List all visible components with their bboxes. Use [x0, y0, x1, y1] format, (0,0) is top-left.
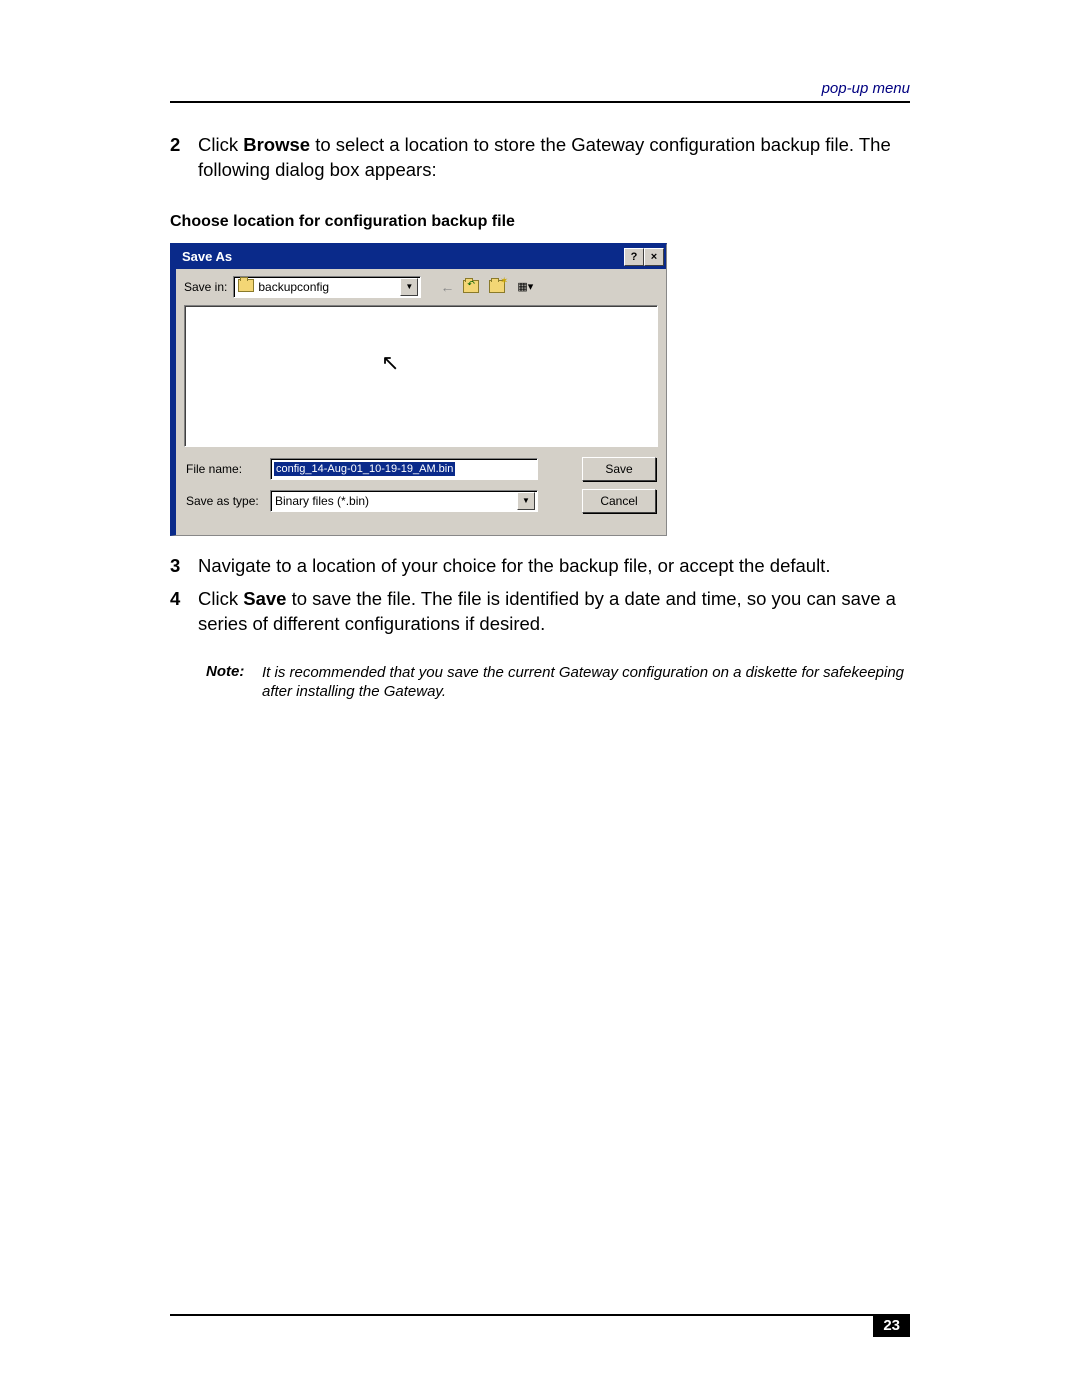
dropdown-button[interactable]: ▼	[400, 278, 418, 296]
folder-icon	[238, 279, 254, 292]
file-name-row: File name: config_14-Aug-01_10-19-19_AM.…	[186, 457, 656, 481]
step-body: Click Browse to select a location to sto…	[198, 133, 910, 183]
folder-new-icon: ✶	[489, 280, 505, 293]
note-label: Note:	[206, 663, 262, 702]
dialog-title-text: Save As	[182, 249, 232, 264]
step-bold: Browse	[243, 134, 310, 155]
dialog-toolbar: Save in: backupconfig ▼ ← ↶ ✶ ▦▾	[176, 269, 666, 305]
step-2: 2 Click Browse to select a location to s…	[170, 133, 910, 183]
step-number: 4	[170, 587, 198, 637]
save-in-combo[interactable]: backupconfig ▼	[233, 276, 421, 298]
save-button[interactable]: Save	[582, 457, 656, 481]
step-number: 3	[170, 554, 198, 579]
section-header: pop-up menu	[170, 80, 910, 97]
titlebar-buttons: ? ×	[624, 248, 664, 266]
dialog-bottom-fields: File name: config_14-Aug-01_10-19-19_AM.…	[176, 447, 666, 535]
save-type-row: Save as type: Binary files (*.bin) ▼ Can…	[186, 489, 656, 513]
file-list-area[interactable]: ↖	[184, 305, 658, 447]
back-icon[interactable]: ←	[435, 275, 459, 299]
view-menu-icon[interactable]: ▦▾	[513, 275, 537, 299]
save-type-label: Save as type:	[186, 494, 262, 508]
save-type-combo[interactable]: Binary files (*.bin) ▼	[270, 490, 538, 512]
step-4: 4 Click Save to save the file. The file …	[170, 587, 910, 637]
cursor-icon: ↖	[381, 350, 399, 376]
toolbar-icons: ← ↶ ✶ ▦▾	[435, 275, 537, 299]
step-body: Click Save to save the file. The file is…	[198, 587, 910, 637]
save-in-value: backupconfig	[238, 279, 329, 294]
step-text-before: Click	[198, 588, 243, 609]
close-button[interactable]: ×	[644, 248, 664, 266]
step-text-before: Click	[198, 134, 243, 155]
top-rule	[170, 101, 910, 103]
note-body: It is recommended that you save the curr…	[262, 663, 910, 702]
dialog-titlebar: Save As ? ×	[176, 245, 666, 269]
up-folder-icon[interactable]: ↶	[461, 275, 485, 299]
file-name-label: File name:	[186, 462, 262, 476]
save-type-value: Binary files (*.bin)	[275, 494, 369, 508]
save-in-label: Save in:	[184, 280, 227, 294]
new-folder-icon[interactable]: ✶	[487, 275, 511, 299]
file-name-value: config_14-Aug-01_10-19-19_AM.bin	[274, 462, 455, 476]
step-3: 3 Navigate to a location of your choice …	[170, 554, 910, 579]
figure-caption: Choose location for configuration backup…	[170, 213, 910, 231]
dropdown-button[interactable]: ▼	[517, 492, 535, 510]
step-text-after: to save the file. The file is identified…	[198, 588, 896, 634]
step-number: 2	[170, 133, 198, 183]
page-footer: 23	[170, 1314, 910, 1337]
note-block: Note: It is recommended that you save th…	[206, 663, 910, 702]
step-bold: Save	[243, 588, 286, 609]
step-body: Navigate to a location of your choice fo…	[198, 554, 910, 579]
folder-up-icon: ↶	[463, 280, 479, 293]
save-as-dialog: Save As ? × Save in: backupconfig ▼ ← ↶	[170, 243, 667, 536]
file-name-input[interactable]: config_14-Aug-01_10-19-19_AM.bin	[270, 458, 538, 480]
help-button[interactable]: ?	[624, 248, 644, 266]
bottom-rule	[170, 1314, 910, 1316]
cancel-button[interactable]: Cancel	[582, 489, 656, 513]
page-number: 23	[873, 1314, 910, 1337]
